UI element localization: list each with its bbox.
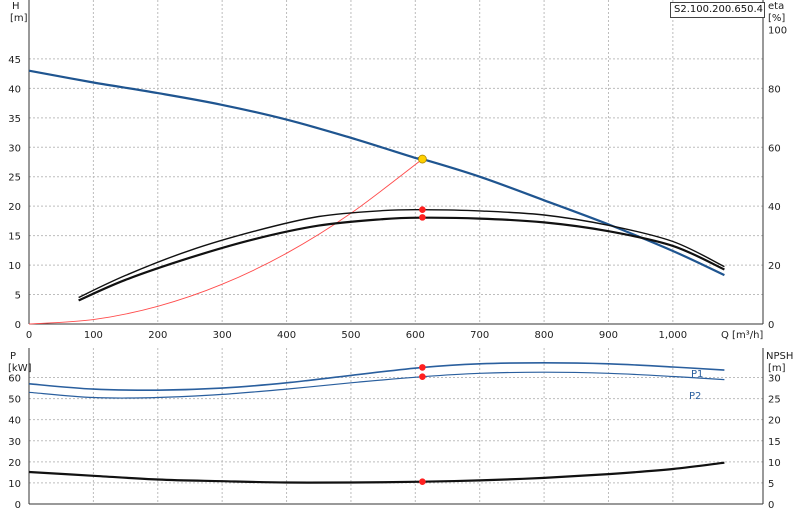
top-left-tick-label: 15 [8,232,21,243]
top-left-tick-label: 35 [8,114,21,125]
top-right-tick-label: 40 [768,202,781,213]
power-axis-title: P [10,351,16,362]
top-right-tick-label: 60 [768,143,781,154]
bottom-left-tick-label: 50 [8,395,21,406]
bottom-left-tick-label: 30 [8,437,21,448]
flow-axis-label: Q [m³/h] [721,330,763,341]
bottom-right-tick-label: 5 [768,479,774,490]
model-label: S2.100.200.650.4. [670,2,765,18]
bottom-left-tick-label: 0 [15,500,21,511]
x-tick-label: 100 [84,330,103,341]
bottom-left-tick-label: 40 [8,416,21,427]
bottom-left-tick-label: 60 [8,374,21,385]
data-series [28,69,725,484]
top-right-tick-label: 80 [768,84,781,95]
npsh-axis-title: NPSH [766,351,793,362]
top-right-tick-label: 0 [768,320,774,331]
operating-point-marker [417,154,427,164]
npsh-axis-unit: [m] [768,363,786,374]
x-tick-label: 0 [26,330,32,341]
top-left-tick-label: 40 [8,84,21,95]
pump-curve-chart: 0 100 200 300 400 500 600 700 800 900 1,0000510152… [8,0,793,511]
top-right-tick-label: 20 [768,261,781,272]
plot-frames [28,0,764,505]
power-axis-unit: [kW] [8,363,32,374]
top-left-tick-label: 10 [8,261,21,272]
x-tick-label: 500 [341,330,360,341]
x-tick-label: 800 [535,330,554,341]
bottom-left-tick-label: 20 [8,458,21,469]
top-left-tick-label: 30 [8,143,21,154]
duty-point-marker [419,214,426,221]
eta-axis-title: eta [768,1,784,12]
x-tick-label: 600 [406,330,425,341]
top-left-tick-label: 0 [15,320,21,331]
head-axis-unit: [m] [10,13,28,24]
tick-labels: 0 100 200 300 400 500 600 700 800 900 1,0000510152… [8,25,787,511]
duty-point-marker [419,478,426,485]
p2-curve [28,371,725,399]
top-left-tick-label: 5 [15,291,21,302]
x-tick-label: 200 [148,330,167,341]
bottom-right-tick-label: 10 [768,458,781,469]
x-tick-label: 900 [599,330,618,341]
marker-points [417,154,427,485]
x-tick-label: 400 [277,330,296,341]
p1-curve [28,362,725,392]
p1-series-label: P1 [691,369,703,380]
x-tick-label: 700 [470,330,489,341]
bottom-right-tick-label: 15 [768,437,781,448]
top-right-tick-label: 100 [768,25,787,36]
eta_max-curve [78,208,725,299]
x-tick-label: 1,000 [659,330,688,341]
bottom-right-tick-label: 25 [768,395,781,406]
p2-series-label: P2 [689,391,701,402]
head-curve [28,69,725,277]
npsh-curve [28,461,725,484]
head-axis-title: H [12,1,20,12]
top-left-tick-label: 25 [8,173,21,184]
bottom-right-tick-label: 30 [768,374,781,385]
bottom-left-tick-label: 10 [8,479,21,490]
eta-axis-unit: [%] [768,13,785,24]
bottom-right-tick-label: 0 [768,500,774,511]
duty-point-marker [419,373,426,380]
bottom-right-tick-label: 20 [768,416,781,427]
x-tick-label: 300 [213,330,232,341]
gridlines [29,0,763,504]
system-curve [28,158,423,325]
duty-point-marker [419,206,426,214]
top-left-tick-label: 20 [8,202,21,213]
duty-point-marker [419,364,426,371]
top-left-tick-label: 45 [8,55,21,66]
